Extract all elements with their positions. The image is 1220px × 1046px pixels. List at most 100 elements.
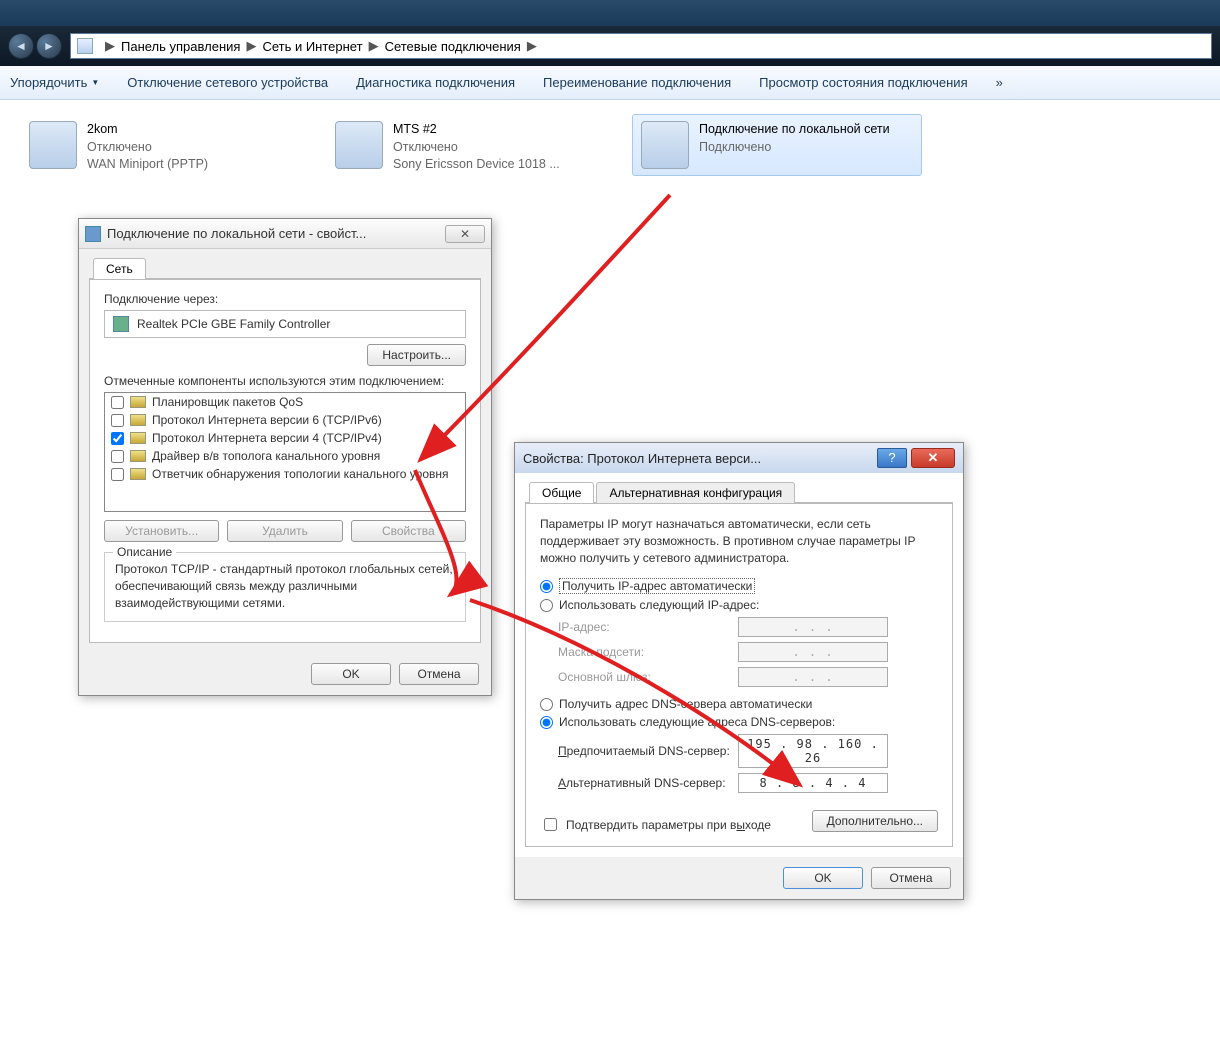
radio-input[interactable] — [540, 698, 553, 711]
component-icon — [130, 432, 146, 444]
tab-network[interactable]: Сеть — [93, 258, 146, 279]
connection-device: WAN Miniport (PPTP) — [87, 156, 208, 174]
connection-item-selected[interactable]: Подключение по локальной сети Подключено — [632, 114, 922, 176]
component-checkbox[interactable] — [111, 432, 124, 445]
tab-alternative[interactable]: Альтернативная конфигурация — [596, 482, 795, 503]
preferred-dns-label: ППредпочитаемый DNS-сервер:редпочитаемый… — [558, 744, 738, 758]
component-icon — [130, 468, 146, 480]
radio-label: Использовать следующие адреса DNS-сервер… — [559, 715, 835, 729]
cancel-button[interactable]: Отмена — [399, 663, 479, 685]
breadcrumb-root[interactable]: Панель управления — [121, 39, 240, 54]
radio-dns-manual[interactable]: Использовать следующие адреса DNS-сервер… — [540, 715, 938, 729]
advanced-button[interactable]: Дополнительно... — [812, 810, 938, 832]
network-icon — [85, 226, 101, 242]
ipv4-properties-dialog: Свойства: Протокол Интернета верси... ? … — [514, 442, 964, 900]
ok-button[interactable]: OK — [311, 663, 391, 685]
ip-address-label: IP-адрес: — [558, 620, 738, 634]
component-label: Драйвер в/в тополога канального уровня — [152, 449, 380, 463]
component-label: Протокол Интернета версии 4 (TCP/IPv4) — [152, 431, 382, 445]
component-checkbox[interactable] — [111, 396, 124, 409]
list-item[interactable]: Ответчик обнаружения топологии канальног… — [105, 465, 465, 483]
subnet-mask-label: Маска подсети: — [558, 645, 738, 659]
tab-general[interactable]: Общие — [529, 482, 594, 503]
radio-dns-auto[interactable]: Получить адрес DNS-сервера автоматически — [540, 697, 938, 711]
component-label: Протокол Интернета версии 6 (TCP/IPv6) — [152, 413, 382, 427]
modem-icon — [29, 121, 77, 169]
dialog-titlebar[interactable]: Свойства: Протокол Интернета верси... ? … — [515, 443, 963, 473]
close-button[interactable]: ✕ — [911, 448, 955, 468]
forward-button[interactable]: ► — [36, 33, 62, 59]
component-checkbox[interactable] — [111, 450, 124, 463]
help-button[interactable]: ? — [877, 448, 907, 468]
organize-menu[interactable]: Упорядочить ▼ — [10, 75, 99, 90]
connection-title: 2kom — [87, 121, 208, 139]
radio-input[interactable] — [540, 580, 553, 593]
disable-device-button[interactable]: Отключение сетевого устройства — [127, 75, 328, 90]
toolbar-overflow[interactable]: » — [996, 75, 1003, 90]
breadcrumb-level1[interactable]: Сеть и Интернет — [262, 39, 362, 54]
connections-list: 2kom Отключено WAN Miniport (PPTP) MTS #… — [0, 100, 1220, 195]
chevron-right-icon: ▶ — [369, 38, 379, 54]
breadcrumb[interactable]: ▶ Панель управления ▶ Сеть и Интернет ▶ … — [70, 33, 1212, 59]
lan-icon — [641, 121, 689, 169]
checkbox-label: Подтвердить параметры при выходе — [566, 818, 771, 832]
remove-button[interactable]: Удалить — [227, 520, 342, 542]
adapter-field: Realtek PCIe GBE Family Controller — [104, 310, 466, 338]
connection-status: Подключено — [699, 139, 890, 157]
connection-title: MTS #2 — [393, 121, 560, 139]
install-button[interactable]: Установить... — [104, 520, 219, 542]
ok-button[interactable]: OK — [783, 867, 863, 889]
back-button[interactable]: ◄ — [8, 33, 34, 59]
checkbox-input[interactable] — [544, 818, 557, 831]
connection-device: Sony Ericsson Device 1018 ... — [393, 156, 560, 174]
component-label: Планировщик пакетов QoS — [152, 395, 303, 409]
diagnose-button[interactable]: Диагностика подключения — [356, 75, 515, 90]
nic-icon — [113, 316, 129, 332]
component-checkbox[interactable] — [111, 414, 124, 427]
ip-address-input: . . . — [738, 617, 888, 637]
organize-label: Упорядочить — [10, 75, 87, 90]
rename-button[interactable]: Переименование подключения — [543, 75, 731, 90]
radio-label: Получить адрес DNS-сервера автоматически — [559, 697, 812, 711]
connection-title: Подключение по локальной сети — [699, 121, 890, 139]
list-item[interactable]: Планировщик пакетов QoS — [105, 393, 465, 411]
connection-status: Отключено — [393, 139, 560, 157]
list-item[interactable]: Драйвер в/в тополога канального уровня — [105, 447, 465, 465]
components-list[interactable]: Планировщик пакетов QoS Протокол Интерне… — [104, 392, 466, 512]
description-group: Описание Протокол TCP/IP - стандартный п… — [104, 552, 466, 622]
preferred-dns-input[interactable]: 195 . 98 . 160 . 26 — [738, 734, 888, 768]
component-checkbox[interactable] — [111, 468, 124, 481]
connect-using-label: Подключение через: — [104, 292, 466, 306]
view-status-button[interactable]: Просмотр состояния подключения — [759, 75, 967, 90]
radio-ip-manual[interactable]: Использовать следующий IP-адрес: — [540, 598, 938, 612]
breadcrumb-level2[interactable]: Сетевые подключения — [385, 39, 521, 54]
component-label: Ответчик обнаружения топологии канальног… — [152, 467, 449, 481]
description-title: Описание — [113, 545, 176, 559]
radio-label: Использовать следующий IP-адрес: — [559, 598, 759, 612]
configure-button[interactable]: Настроить... — [367, 344, 466, 366]
components-label: Отмеченные компоненты используются этим … — [104, 374, 466, 388]
confirm-on-exit-checkbox[interactable]: Подтвердить параметры при выходе — [540, 815, 771, 834]
window-tabs — [0, 0, 1220, 28]
list-item[interactable]: Протокол Интернета версии 6 (TCP/IPv6) — [105, 411, 465, 429]
dialog-title: Подключение по локальной сети - свойст..… — [107, 226, 445, 241]
explorer-nav-bar: ◄ ► ▶ Панель управления ▶ Сеть и Интерне… — [0, 26, 1220, 66]
modem-icon — [335, 121, 383, 169]
connection-status: Отключено — [87, 139, 208, 157]
close-button[interactable]: ✕ — [445, 225, 485, 243]
alternate-dns-label: Альтернативный DNS-сервер: — [558, 776, 738, 790]
chevron-right-icon: ▶ — [527, 38, 537, 54]
alternate-dns-input[interactable]: 8 . 8 . 4 . 4 — [738, 773, 888, 793]
radio-input[interactable] — [540, 599, 553, 612]
dialog-titlebar[interactable]: Подключение по локальной сети - свойст..… — [79, 219, 491, 249]
chevron-right-icon: ▶ — [105, 38, 115, 54]
description-text: Протокол TCP/IP - стандартный протокол г… — [115, 561, 455, 611]
cancel-button[interactable]: Отмена — [871, 867, 951, 889]
connection-item[interactable]: 2kom Отключено WAN Miniport (PPTP) — [20, 114, 310, 181]
radio-input[interactable] — [540, 716, 553, 729]
properties-button[interactable]: Свойства — [351, 520, 466, 542]
info-text: Параметры IP могут назначаться автоматич… — [540, 516, 938, 566]
list-item[interactable]: Протокол Интернета версии 4 (TCP/IPv4) — [105, 429, 465, 447]
radio-ip-auto[interactable]: Получить IP-адрес автоматически — [540, 578, 938, 594]
connection-item[interactable]: MTS #2 Отключено Sony Ericsson Device 10… — [326, 114, 616, 181]
